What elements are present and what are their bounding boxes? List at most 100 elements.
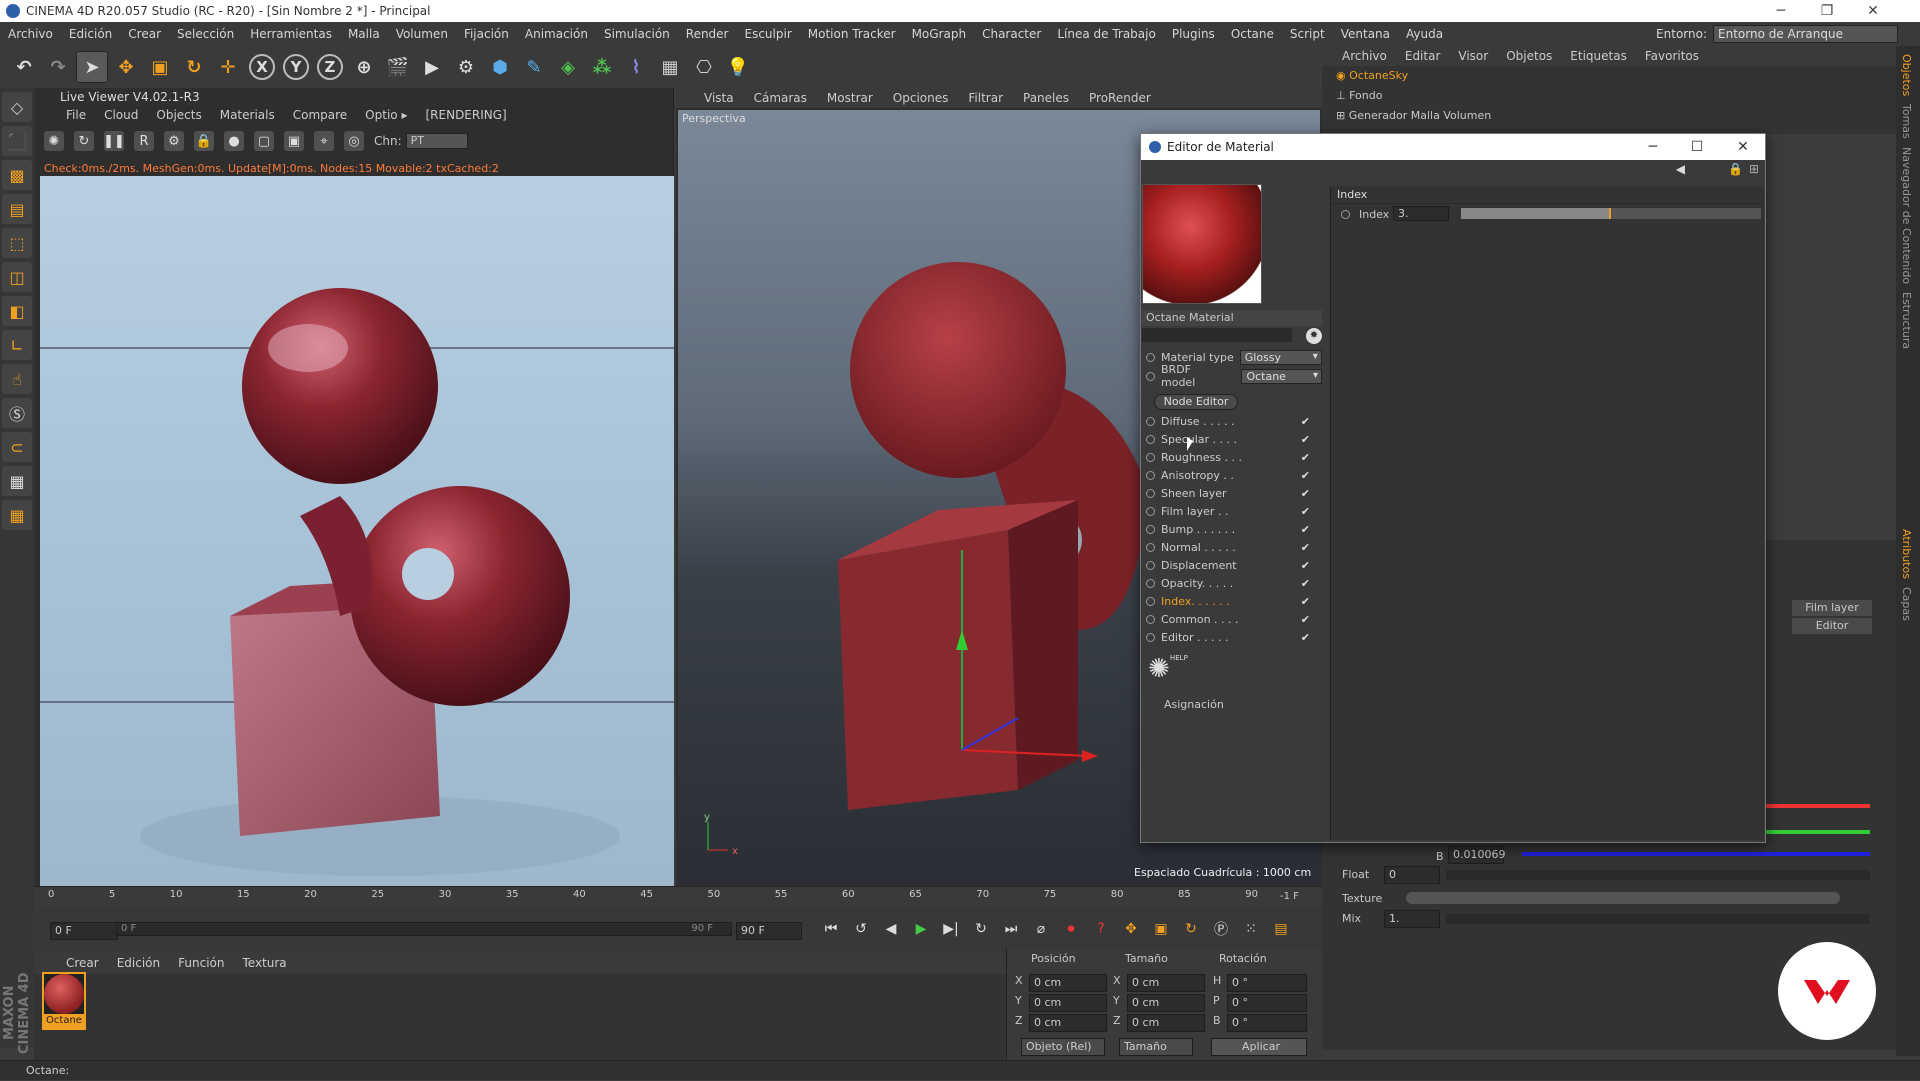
checkbox-icon[interactable]: ✔ (1301, 595, 1310, 608)
om-menu-editar[interactable]: Editar (1405, 46, 1441, 66)
start-frame-field[interactable]: 0 F (50, 922, 118, 940)
undo-icon[interactable]: ↶ (8, 51, 40, 83)
lv-menu-file[interactable]: File (66, 106, 86, 124)
menu-motion-tracker[interactable]: Motion Tracker (800, 27, 904, 41)
y-axis-icon[interactable]: Y (283, 54, 309, 80)
previous-frame-icon[interactable]: ◀ (880, 918, 902, 940)
anim-dot-icon[interactable] (1146, 371, 1155, 381)
move-key-icon[interactable]: ✥ (1120, 918, 1142, 940)
menu-simulacion[interactable]: Simulación (596, 27, 678, 41)
position-x-field[interactable]: 0 cm (1029, 974, 1107, 992)
menu-plugins[interactable]: Plugins (1164, 27, 1223, 41)
object-row-volume-mesher[interactable]: ⊞ Generador Malla Volumen (1336, 106, 1896, 126)
rotate-icon[interactable]: ↻ (178, 51, 210, 83)
menu-volumen[interactable]: Volumen (388, 27, 456, 41)
vp-menu-opciones[interactable]: Opciones (893, 88, 949, 108)
checkbox-icon[interactable]: ✔ (1301, 451, 1310, 464)
lv-menu-compare[interactable]: Compare (293, 106, 347, 124)
menu-seleccion[interactable]: Selección (169, 27, 242, 41)
material-name-edit[interactable] (1142, 328, 1292, 342)
menu-esculpir[interactable]: Esculpir (737, 27, 800, 41)
menu-render[interactable]: Render (678, 27, 737, 41)
planar-workplane-icon[interactable]: ▦ (2, 500, 32, 530)
vp-menu-vista[interactable]: Vista (704, 88, 734, 108)
assignment-tab[interactable]: Asignación (1164, 698, 1224, 711)
coord-mode-dropdown[interactable]: Objeto (Rel) (1021, 1038, 1105, 1056)
play-icon[interactable]: ▶ (910, 918, 932, 940)
lock-workplane-icon[interactable]: ▦ (2, 466, 32, 496)
tab-atributos[interactable]: Atributos (1900, 529, 1913, 579)
subdivision-icon[interactable]: ◈ (552, 51, 584, 83)
axis-mode-icon[interactable]: ∟ (2, 330, 32, 360)
color-b-field[interactable]: 0.010069 (1448, 846, 1506, 864)
close-icon[interactable]: ✕ (1850, 0, 1896, 22)
x-axis-icon[interactable]: X (249, 54, 275, 80)
preview-options-icon[interactable]: ✸ (1306, 328, 1322, 344)
timeline-icon[interactable]: ▤ (1270, 918, 1292, 940)
checkbox-icon[interactable]: ✔ (1301, 469, 1310, 482)
channel-opacity[interactable]: Opacity. . . . . ✔ (1142, 574, 1322, 592)
lv-menu-materials[interactable]: Materials (220, 106, 275, 124)
polygons-mode-icon[interactable]: ◧ (2, 296, 32, 326)
menu-linea-de-trabajo[interactable]: Línea de Trabajo (1049, 27, 1164, 41)
rotate-key-icon[interactable]: ↻ (1180, 918, 1202, 940)
float-slider[interactable] (1446, 870, 1870, 880)
vp-menu-filtrar[interactable]: Filtrar (968, 88, 1003, 108)
cube-icon[interactable]: ⬢ (484, 51, 516, 83)
tab-capas[interactable]: Capas (1900, 587, 1913, 621)
world-coord-icon[interactable]: ⊕ (348, 51, 380, 83)
minimize-icon[interactable]: ─ (1758, 0, 1804, 22)
scale-key-icon[interactable]: ▣ (1150, 918, 1172, 940)
float-field[interactable]: 0 (1384, 866, 1440, 884)
deformer-icon[interactable]: ⌇ (620, 51, 652, 83)
octane-logo-icon[interactable]: ✺ (44, 131, 64, 151)
menu-edicion[interactable]: Edición (61, 27, 120, 41)
move-icon[interactable]: ✥ (110, 51, 142, 83)
node-editor-button[interactable]: Node Editor (1154, 394, 1238, 410)
object-row-octanesky[interactable]: ◉ OctaneSky (1336, 66, 1896, 86)
lock-icon[interactable]: 🔒 (194, 131, 214, 151)
picker-icon[interactable]: ⌖ (314, 131, 334, 151)
om-menu-archivo[interactable]: Archivo (1342, 46, 1387, 66)
mix-slider[interactable] (1446, 914, 1870, 924)
channel-roughness[interactable]: Roughness . . . ✔ (1142, 448, 1322, 466)
go-to-start-icon[interactable]: ⏮ (820, 918, 842, 940)
rotation-p-field[interactable]: 0 ° (1227, 994, 1307, 1012)
channel-displacement[interactable]: Displacement ✔ (1142, 556, 1322, 574)
live-render-image[interactable] (40, 176, 674, 886)
size-z-field[interactable]: 0 cm (1127, 1014, 1205, 1032)
tab-tomas[interactable]: Tomas (1900, 104, 1913, 139)
film-region-icon[interactable]: ▣ (284, 131, 304, 151)
z-axis-icon[interactable]: Z (317, 54, 343, 80)
channel-editor[interactable]: Editor . . . . . ✔ (1142, 628, 1322, 646)
rotation-h-field[interactable]: 0 ° (1227, 974, 1307, 992)
menu-character[interactable]: Character (974, 27, 1049, 41)
checkbox-icon[interactable]: ✔ (1301, 415, 1310, 428)
redo-icon[interactable]: ↷ (42, 51, 74, 83)
region-render-icon[interactable]: R (134, 131, 154, 151)
channel-diffuse[interactable]: Diffuse . . . . . ✔ (1142, 412, 1322, 430)
checkbox-icon[interactable]: ✔ (1301, 523, 1310, 536)
mm-menu-crear[interactable]: Crear (66, 952, 99, 974)
vp-menu-camaras[interactable]: Cámaras (754, 88, 807, 108)
index-field[interactable]: 3. (1393, 206, 1449, 221)
mm-menu-funcion[interactable]: Función (178, 952, 224, 974)
lv-menu-objects[interactable]: Objects (156, 106, 201, 124)
select-icon[interactable]: ➤ (76, 51, 108, 83)
tab-estructura[interactable]: Estructura (1900, 292, 1913, 349)
material-type-dropdown[interactable]: Glossy (1239, 349, 1322, 365)
attr-tab-editor[interactable]: Editor (1792, 618, 1872, 634)
mix-field[interactable]: 1. (1384, 910, 1440, 928)
mm-menu-edicion[interactable]: Edición (117, 952, 160, 974)
floor-icon[interactable]: ▦ (654, 51, 686, 83)
points-mode-icon[interactable]: ⬚ (2, 228, 32, 258)
channel-film-layer[interactable]: Film layer . . ✔ (1142, 502, 1322, 520)
pen-icon[interactable]: ✎ (518, 51, 550, 83)
material-thumbnail[interactable]: Octane (42, 972, 86, 1030)
menu-crear[interactable]: Crear (120, 27, 169, 41)
menu-ayuda[interactable]: Ayuda (1398, 27, 1451, 41)
restore-icon[interactable]: ❐ (1804, 0, 1850, 22)
camera-icon[interactable]: ⎔ (688, 51, 720, 83)
menu-script[interactable]: Script (1282, 27, 1333, 41)
attr-tab-film-layer[interactable]: Film layer (1792, 600, 1872, 616)
